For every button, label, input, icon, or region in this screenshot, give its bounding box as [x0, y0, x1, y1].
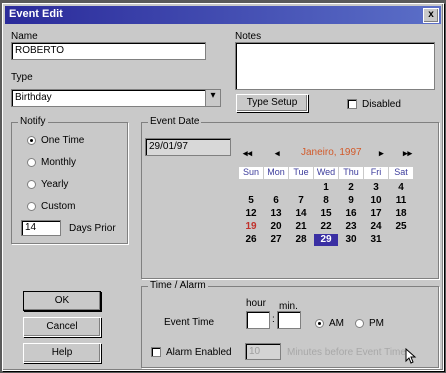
type-select[interactable]: Birthday ▾	[11, 89, 221, 107]
calendar-day[interactable]: 11	[389, 195, 413, 207]
pm-label: PM	[369, 318, 384, 329]
notes-textarea[interactable]	[235, 42, 435, 90]
dialog-title: Event Edit	[9, 8, 63, 20]
alarm-minutes-input[interactable]: 10	[245, 343, 281, 360]
calendar-day[interactable]: 6	[264, 195, 288, 207]
notify-yearly-radio[interactable]	[27, 180, 36, 189]
title-bar: Event Edit x	[5, 6, 441, 24]
disabled-label: Disabled	[362, 99, 401, 110]
calendar-day[interactable]: 2	[339, 182, 363, 194]
first-month-icon[interactable]: ◂◂	[243, 148, 252, 159]
am-label: AM	[329, 318, 344, 329]
weekday-wed: Wed	[314, 167, 338, 179]
calendar-day[interactable]: 22	[314, 221, 338, 233]
calendar-day[interactable]: 21	[289, 221, 313, 233]
event-edit-dialog: Event Edit x Name ROBERTO Notes Type Bir…	[2, 3, 444, 371]
calendar-day[interactable]: 12	[239, 208, 263, 220]
time-separator: :	[272, 314, 275, 325]
prev-month-icon[interactable]: ◂	[275, 148, 280, 159]
weekday-mon: Mon	[264, 167, 288, 179]
calendar-day[interactable]: 18	[389, 208, 413, 220]
name-label: Name	[11, 31, 38, 42]
notify-custom-radio[interactable]	[27, 202, 36, 211]
notify-title: Notify	[18, 116, 48, 127]
calendar-day[interactable]: 13	[264, 208, 288, 220]
calendar: ◂◂ ◂ Janeiro, 1997 ▸ ▸▸ Sun Mon Tue Wed …	[235, 138, 425, 258]
days-prior-input[interactable]: 14	[21, 220, 61, 236]
notify-one-time-label: One Time	[41, 135, 85, 146]
type-label: Type	[11, 72, 33, 83]
weekday-sat: Sat	[389, 167, 413, 179]
help-button[interactable]: Help	[23, 343, 101, 363]
weekday-tue: Tue	[289, 167, 313, 179]
name-input[interactable]: ROBERTO	[11, 42, 206, 60]
calendar-day[interactable]: 23	[339, 221, 363, 233]
weekday-thu: Thu	[339, 167, 363, 179]
calendar-day[interactable]: 8	[314, 195, 338, 207]
cancel-button[interactable]: Cancel	[23, 317, 101, 337]
calendar-day[interactable]: 30	[339, 234, 363, 246]
event-time-label: Event Time	[164, 317, 215, 328]
notify-yearly-label: Yearly	[41, 179, 69, 190]
calendar-day[interactable]: 28	[289, 234, 313, 246]
time-alarm-title: Time / Alarm	[148, 280, 208, 291]
minutes-before-label: Minutes before Event Time	[287, 347, 406, 358]
calendar-day[interactable]: 17	[364, 208, 388, 220]
calendar-day[interactable]: 29	[314, 234, 338, 246]
calendar-day[interactable]: 15	[314, 208, 338, 220]
hour-label: hour	[246, 298, 267, 309]
last-month-icon[interactable]: ▸▸	[403, 148, 412, 159]
calendar-day[interactable]: 20	[264, 221, 288, 233]
calendar-day[interactable]: 7	[289, 195, 313, 207]
calendar-day[interactable]: 4	[389, 182, 413, 194]
type-setup-button[interactable]: Type Setup	[236, 94, 308, 112]
alarm-enabled-checkbox[interactable]	[151, 347, 161, 357]
event-date-title: Event Date	[148, 116, 202, 127]
hour-input[interactable]	[246, 311, 270, 329]
calendar-day[interactable]: 10	[364, 195, 388, 207]
calendar-day[interactable]: 3	[364, 182, 388, 194]
calendar-day[interactable]: 24	[364, 221, 388, 233]
am-radio[interactable]	[315, 319, 324, 328]
calendar-day[interactable]: 14	[289, 208, 313, 220]
calendar-day[interactable]: 1	[314, 182, 338, 194]
type-select-value: Birthday	[15, 92, 52, 103]
notify-one-time-radio[interactable]	[27, 136, 36, 145]
notify-monthly-radio[interactable]	[27, 158, 36, 167]
close-button[interactable]: x	[423, 8, 439, 23]
disabled-checkbox[interactable]	[347, 99, 357, 109]
calendar-day[interactable]: 26	[239, 234, 263, 246]
mouse-pointer-icon	[405, 348, 417, 364]
calendar-day[interactable]: 9	[339, 195, 363, 207]
alarm-enabled-label: Alarm Enabled	[166, 347, 232, 358]
weekday-fri: Fri	[364, 167, 388, 179]
notify-monthly-label: Monthly	[41, 157, 77, 168]
weekday-sun: Sun	[239, 167, 263, 179]
days-prior-label: Days Prior	[69, 223, 116, 234]
chevron-down-icon[interactable]: ▾	[205, 90, 220, 106]
next-month-icon[interactable]: ▸	[379, 148, 384, 159]
minute-input[interactable]	[277, 311, 301, 329]
pm-radio[interactable]	[355, 319, 364, 328]
calendar-day[interactable]: 16	[339, 208, 363, 220]
calendar-day[interactable]: 19	[239, 221, 263, 233]
ok-button[interactable]: OK	[23, 291, 101, 311]
event-date-field: 29/01/97	[145, 138, 231, 156]
calendar-day[interactable]: 5	[239, 195, 263, 207]
calendar-day[interactable]: 27	[264, 234, 288, 246]
close-icon: x	[428, 9, 434, 20]
calendar-day[interactable]: 25	[389, 221, 413, 233]
calendar-day[interactable]: 31	[364, 234, 388, 246]
notify-custom-label: Custom	[41, 201, 76, 212]
calendar-month-label: Janeiro, 1997	[301, 147, 362, 158]
notes-label: Notes	[235, 31, 262, 42]
